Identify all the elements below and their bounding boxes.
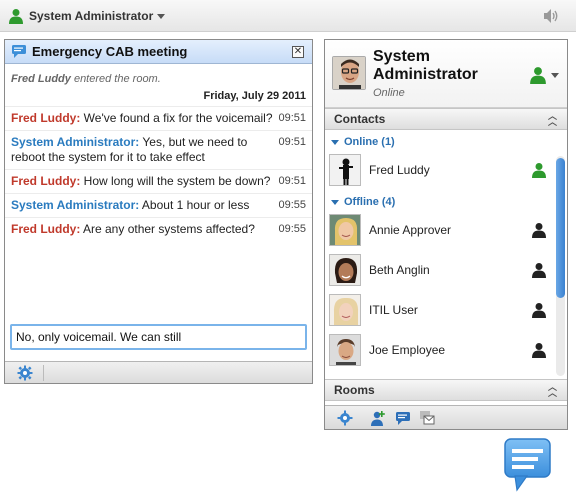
person-offline-icon (532, 343, 546, 358)
scrollbar[interactable] (556, 156, 565, 376)
expand-triangle-icon (331, 139, 339, 145)
collapse-icon[interactable]: ︿ ︿ (548, 112, 557, 127)
group-offline[interactable]: Offline (4) (325, 190, 567, 210)
message-text: We've found a fix for the voicemail? (80, 111, 273, 125)
close-icon[interactable]: ✕ (292, 46, 304, 58)
date-separator: Friday, July 29 2011 (203, 90, 306, 102)
collapse-icon[interactable]: ︿ ︿ (548, 383, 557, 398)
chat-transcript: Fred Luddy entered the room. Friday, Jul… (5, 64, 312, 317)
person-online-icon (532, 163, 546, 178)
email-icon[interactable] (419, 410, 435, 426)
avatar (329, 254, 361, 286)
message-time: 09:51 (278, 112, 306, 124)
top-bar: System Administrator (0, 0, 576, 32)
contacts-list: Online (1) Fred Luddy Offline (4) Annie … (325, 130, 567, 379)
person-offline-icon (532, 263, 546, 278)
group-offline-label: Offline (4) (344, 196, 396, 208)
contacts-header-label: Contacts (334, 112, 386, 126)
chat-message-input[interactable] (10, 324, 307, 350)
contact-name: Joe Employee (369, 343, 446, 357)
contact-name: ITIL User (369, 303, 418, 317)
message-text: Are any other systems affected? (80, 222, 255, 236)
user-menu[interactable]: System Administrator (8, 6, 166, 26)
contact-name: Annie Approver (369, 223, 452, 237)
contact-item[interactable]: Joe Employee (325, 330, 567, 370)
system-message-text: entered the room. (70, 73, 161, 85)
avatar (329, 214, 361, 246)
chat-footer (5, 361, 312, 383)
contact-item[interactable]: Beth Anglin (325, 250, 567, 290)
message-sender: Fred Luddy: (11, 222, 81, 236)
contact-item[interactable]: ITIL User (325, 290, 567, 330)
chevron-down-icon (551, 72, 559, 78)
self-name: System Administrator (373, 48, 478, 83)
contact-item[interactable]: Annie Approver (325, 210, 567, 250)
avatar[interactable] (332, 56, 366, 90)
status-menu[interactable] (529, 66, 559, 84)
scrollbar-thumb[interactable] (556, 158, 565, 298)
avatar (329, 334, 361, 366)
chat-bubble-icon (12, 45, 26, 58)
group-online[interactable]: Online (1) (325, 130, 567, 150)
self-status: Online (373, 87, 405, 99)
speaker-icon[interactable] (542, 8, 560, 24)
chat-header[interactable]: Emergency CAB meeting ✕ (5, 40, 312, 64)
message-text: How long will the system be down? (80, 174, 271, 188)
user-menu-label: System Administrator (29, 9, 154, 23)
chat-message: System Administrator: Yes, but we need t… (5, 130, 312, 169)
contact-name: Fred Luddy (369, 163, 430, 177)
avatar (329, 154, 361, 186)
rooms-header-label: Rooms (334, 383, 375, 397)
person-offline-icon (532, 303, 546, 318)
group-online-label: Online (1) (344, 136, 395, 148)
person-online-icon (9, 9, 23, 24)
self-profile: System Administrator Online (325, 40, 567, 108)
person-online-icon (530, 67, 546, 84)
message-time: 09:51 (278, 136, 306, 148)
chat-launcher-icon[interactable] (503, 437, 552, 492)
chat-window: Emergency CAB meeting ✕ Fred Luddy enter… (4, 39, 313, 384)
system-message: Fred Luddy entered the room. (5, 64, 312, 85)
expand-triangle-icon (331, 199, 339, 205)
buddy-list-panel: System Administrator Online Contacts ︿ ︿ … (324, 39, 568, 430)
add-contact-icon[interactable] (370, 410, 386, 426)
person-offline-icon (532, 223, 546, 238)
contacts-section-header[interactable]: Contacts ︿ ︿ (325, 108, 567, 130)
gear-icon[interactable] (17, 365, 33, 381)
rooms-section-header[interactable]: Rooms ︿ ︿ (325, 379, 567, 401)
contact-name: Beth Anglin (369, 263, 430, 277)
system-message-user: Fred Luddy (11, 73, 71, 85)
chat-message: System Administrator: About 1 hour or le… (5, 193, 312, 217)
chat-title: Emergency CAB meeting (32, 44, 188, 59)
create-room-icon[interactable] (395, 410, 411, 426)
message-time: 09:55 (278, 199, 306, 211)
message-sender: Fred Luddy: (11, 111, 81, 125)
chat-message: Fred Luddy: How long will the system be … (5, 169, 312, 193)
message-text: About 1 hour or less (139, 198, 250, 212)
chat-message: Fred Luddy: We've found a fix for the vo… (5, 106, 312, 130)
message-sender: Fred Luddy: (11, 174, 81, 188)
chat-message: Fred Luddy: Are any other systems affect… (5, 217, 312, 241)
avatar (329, 294, 361, 326)
message-time: 09:51 (278, 175, 306, 187)
message-sender: System Administrator: (11, 198, 140, 212)
gear-icon[interactable] (337, 410, 353, 426)
contact-item[interactable]: Fred Luddy (325, 150, 567, 190)
buddy-footer (325, 405, 567, 429)
divider (43, 365, 44, 381)
message-sender: System Administrator: (11, 135, 140, 149)
message-time: 09:55 (278, 223, 306, 235)
chevron-down-icon (157, 13, 166, 19)
